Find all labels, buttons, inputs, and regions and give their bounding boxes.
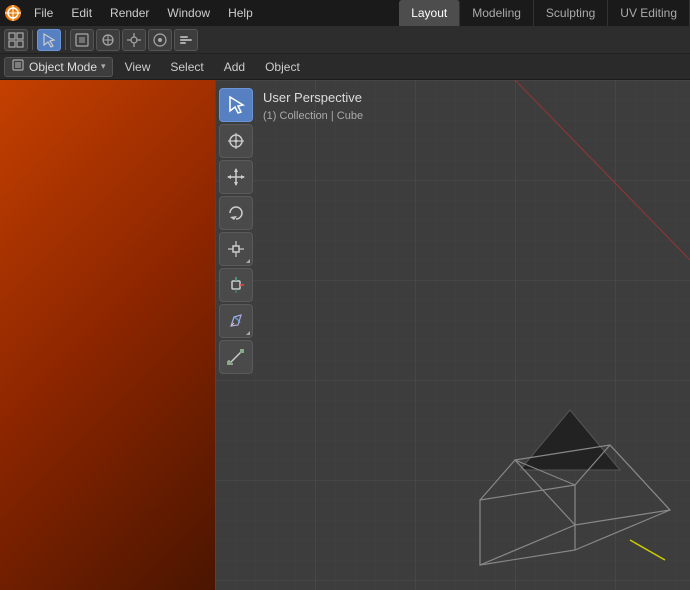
menu-file[interactable]: File — [26, 4, 61, 22]
snap-group — [70, 29, 198, 51]
main-menu: File Edit Render Window Help — [26, 4, 261, 22]
tool-select[interactable] — [219, 88, 253, 122]
snap-btn[interactable] — [122, 29, 146, 51]
menu-bar: File Edit Render Window Help Layout Mode… — [0, 0, 690, 26]
object-mode-label: Object Mode — [29, 60, 97, 74]
collection-label: (1) Collection | Cube — [263, 108, 363, 125]
object-mode-dropdown[interactable]: Object Mode ▾ — [4, 57, 113, 77]
menu-window[interactable]: Window — [159, 4, 218, 22]
tab-sculpting[interactable]: Sculpting — [534, 0, 608, 26]
object-btn[interactable]: Object — [257, 57, 308, 77]
tool-transform[interactable] — [219, 268, 253, 302]
select-btn[interactable]: Select — [162, 57, 211, 77]
tool-annotate[interactable] — [219, 304, 253, 338]
options-btn[interactable] — [174, 29, 198, 51]
transform-tools — [37, 29, 61, 51]
viewport-info: User Perspective (1) Collection | Cube — [263, 88, 363, 124]
editor-type-btn[interactable] — [4, 29, 28, 51]
menu-help[interactable]: Help — [220, 4, 261, 22]
pivot-btn[interactable] — [70, 29, 94, 51]
proportional-btn[interactable] — [148, 29, 172, 51]
viewport-3d[interactable]: User Perspective (1) Collection | Cube — [215, 80, 690, 590]
tab-modeling[interactable]: Modeling — [460, 0, 534, 26]
view-btn[interactable]: View — [117, 57, 159, 77]
tool-move[interactable] — [219, 160, 253, 194]
menu-edit[interactable]: Edit — [63, 4, 100, 22]
main-content: User Perspective (1) Collection | Cube — [0, 80, 690, 590]
separator-2 — [65, 30, 66, 50]
cube-wireframe — [460, 390, 680, 570]
tab-layout[interactable]: Layout — [399, 0, 460, 26]
tool-cursor[interactable] — [219, 124, 253, 158]
object-mode-icon — [11, 58, 25, 75]
tool-rotate[interactable] — [219, 196, 253, 230]
menu-render[interactable]: Render — [102, 4, 157, 22]
tab-uv-editing[interactable]: UV Editing — [608, 0, 690, 26]
separator-1 — [32, 30, 33, 50]
blender-logo[interactable] — [0, 0, 26, 26]
transform-orient-btn[interactable] — [96, 29, 120, 51]
tool-scale[interactable] — [219, 232, 253, 266]
workspace-tabs: Layout Modeling Sculpting UV Editing — [399, 0, 690, 26]
add-btn[interactable]: Add — [216, 57, 253, 77]
select-tool-btn[interactable] — [37, 29, 61, 51]
left-panel — [0, 80, 215, 590]
left-toolbar — [219, 88, 253, 374]
perspective-label: User Perspective — [263, 88, 363, 108]
tool-measure[interactable] — [219, 340, 253, 374]
header-row: Object Mode ▾ View Select Add Object — [0, 54, 690, 80]
toolbar-row — [0, 26, 690, 54]
chevron-down-icon: ▾ — [101, 61, 106, 72]
